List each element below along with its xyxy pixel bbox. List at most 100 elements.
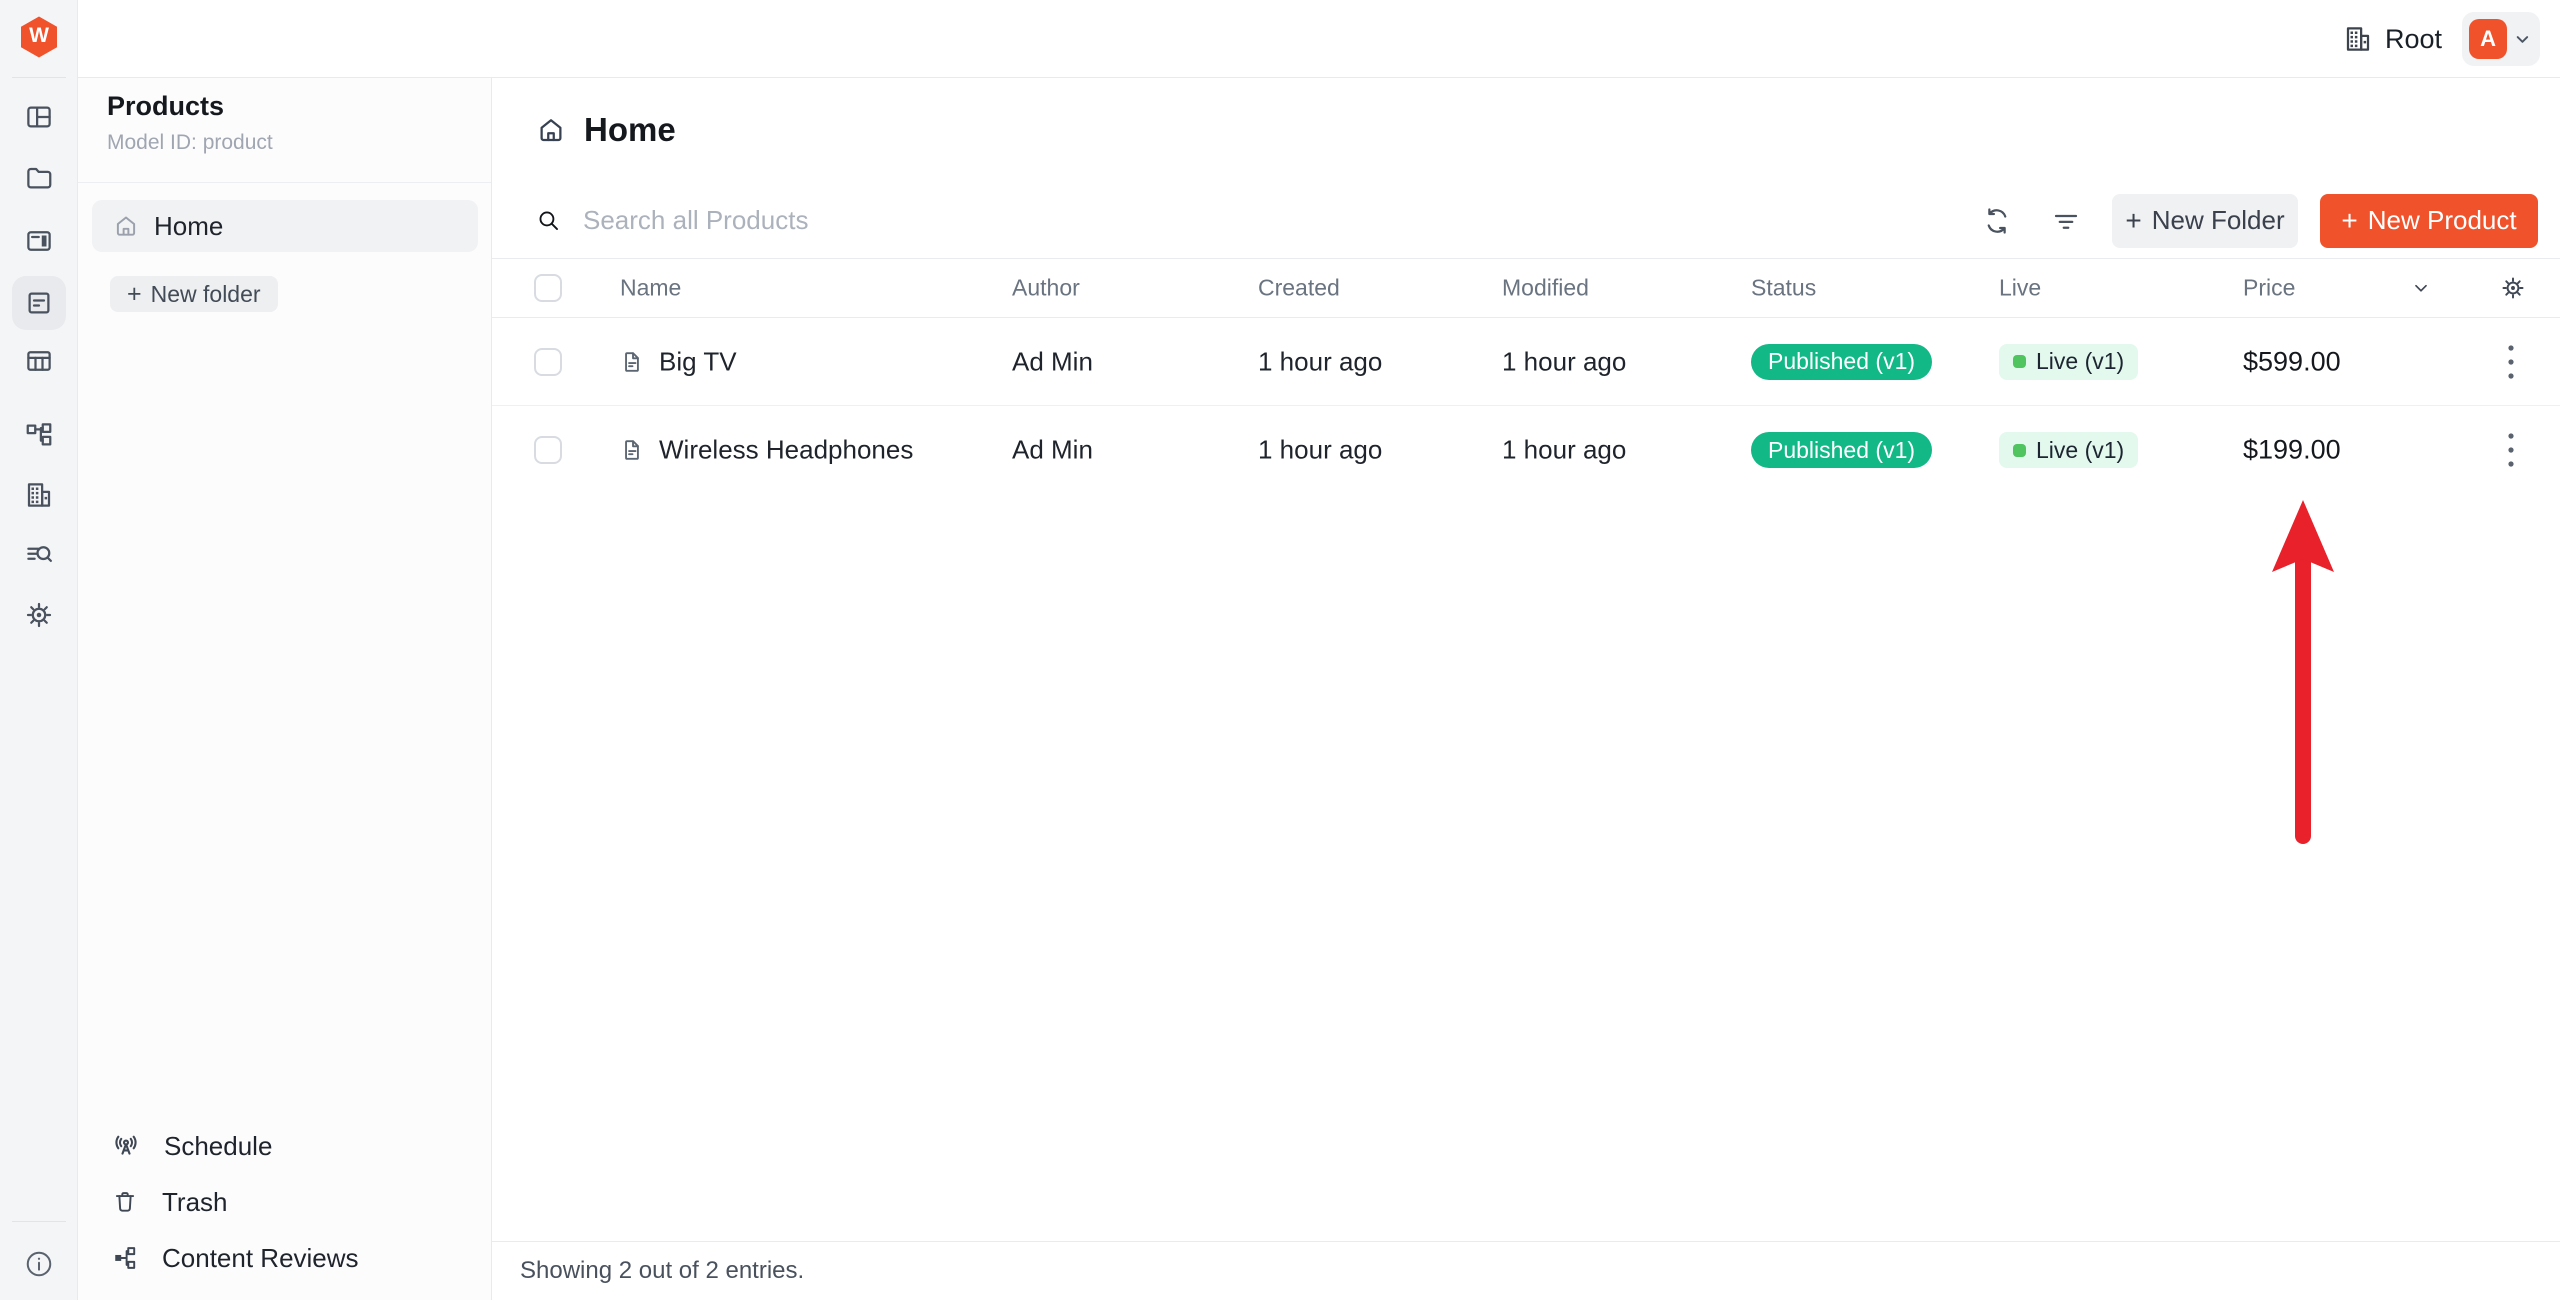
toolbar: + New Folder + New Product xyxy=(492,182,2560,259)
gear-icon xyxy=(24,600,54,630)
rail-item-audit-logs[interactable] xyxy=(12,528,66,582)
entry-created: 1 hour ago xyxy=(1258,346,1382,377)
layout-icon xyxy=(24,102,54,132)
column-header-live[interactable]: Live xyxy=(1999,275,2041,302)
sidebar-home-label: Home xyxy=(154,211,223,242)
row-menu-button[interactable] xyxy=(2498,339,2524,385)
folder-icon xyxy=(24,163,54,193)
tenant-selector[interactable]: Root xyxy=(2343,0,2442,78)
model-id: Model ID: product xyxy=(107,131,491,155)
webiny-logo[interactable]: W xyxy=(20,16,58,58)
main-content: Home + New Folder xyxy=(492,78,2560,1300)
entry-name: Big TV xyxy=(659,346,737,377)
sidebar-item-schedule[interactable]: Schedule xyxy=(78,1118,491,1174)
row-menu-button[interactable] xyxy=(2498,427,2524,473)
entry-created: 1 hour ago xyxy=(1258,435,1382,466)
rail-item-headless-cms[interactable] xyxy=(12,276,66,330)
rail-item-page-builder[interactable] xyxy=(12,214,66,268)
chevron-down-icon xyxy=(2511,27,2534,51)
rail-item-settings[interactable] xyxy=(12,588,66,642)
sidebar-header: Products Model ID: product xyxy=(78,78,491,183)
avatar: A xyxy=(2469,19,2507,59)
sidebar-trash-label: Trash xyxy=(162,1187,228,1218)
column-header-modified[interactable]: Modified xyxy=(1502,275,1589,302)
entry-price: $599.00 xyxy=(2243,346,2341,377)
toolbar-actions: + New Folder + New Product xyxy=(1982,182,2538,259)
kebab-icon xyxy=(2507,430,2515,470)
refresh-button[interactable] xyxy=(1982,206,2012,236)
live-dot-icon xyxy=(2013,444,2026,457)
rail-divider-bottom xyxy=(12,1221,66,1222)
kebab-icon xyxy=(2507,342,2515,382)
user-menu[interactable]: A xyxy=(2462,12,2540,66)
page-heading: Home xyxy=(536,78,676,182)
sidebar-item-trash[interactable]: Trash xyxy=(78,1174,491,1230)
row-checkbox[interactable] xyxy=(534,348,562,376)
entry-modified: 1 hour ago xyxy=(1502,346,1626,377)
live-badge: Live (v1) xyxy=(1999,432,2138,468)
rail-item-structures[interactable] xyxy=(12,334,66,388)
rail-item-workflows[interactable] xyxy=(12,408,66,462)
info-button[interactable] xyxy=(24,1249,54,1279)
new-folder-button[interactable]: + New Folder xyxy=(2112,194,2298,248)
logo-letter: W xyxy=(20,16,58,58)
file-icon xyxy=(620,438,645,463)
entry-modified: 1 hour ago xyxy=(1502,435,1626,466)
workflow-icon xyxy=(112,1245,138,1271)
entry-author: Ad Min xyxy=(1012,346,1093,377)
entry-name: Wireless Headphones xyxy=(659,435,913,466)
tenant-label: Root xyxy=(2385,24,2442,55)
rail-item-dashboard[interactable] xyxy=(12,90,66,144)
table-settings-button[interactable] xyxy=(2500,275,2526,301)
column-header-created[interactable]: Created xyxy=(1258,275,1340,302)
model-title: Products xyxy=(107,91,491,122)
select-all-checkbox[interactable] xyxy=(534,274,562,302)
sidebar-schedule-label: Schedule xyxy=(164,1131,272,1162)
sidebar-new-folder-button[interactable]: + New folder xyxy=(110,276,278,312)
column-header-author[interactable]: Author xyxy=(1012,275,1080,302)
window-sidebar-icon xyxy=(24,226,54,256)
table-row[interactable]: Wireless Headphones Ad Min 1 hour ago 1 … xyxy=(492,406,2560,494)
table-header: Name Author Created Modified Status Live… xyxy=(492,259,2560,318)
home-icon xyxy=(536,115,566,145)
column-header-price[interactable]: Price xyxy=(2243,275,2295,302)
hierarchy-icon xyxy=(24,420,54,450)
sidebar-item-content-reviews[interactable]: Content Reviews xyxy=(78,1230,491,1286)
gear-icon xyxy=(2500,275,2526,301)
live-dot-icon xyxy=(2013,355,2026,368)
column-header-name[interactable]: Name xyxy=(620,275,681,302)
trash-icon xyxy=(112,1189,138,1215)
search-bar xyxy=(536,182,1296,259)
plus-icon: + xyxy=(2341,207,2357,235)
status-badge: Published (v1) xyxy=(1751,432,1932,468)
sidebar-item-home[interactable]: Home xyxy=(92,200,478,252)
plus-icon: + xyxy=(127,282,142,307)
status-badge: Published (v1) xyxy=(1751,344,1932,380)
chevron-down-icon xyxy=(2410,277,2432,299)
page-title: Home xyxy=(584,111,676,149)
rail-item-file-manager[interactable] xyxy=(12,151,66,205)
filter-icon xyxy=(2051,206,2081,236)
info-icon xyxy=(24,1249,54,1279)
row-checkbox[interactable] xyxy=(534,436,562,464)
home-icon xyxy=(113,213,139,239)
top-bar: Root A xyxy=(78,0,2560,78)
cms-entries-icon xyxy=(24,288,54,318)
entries-count: Showing 2 out of 2 entries. xyxy=(520,1257,804,1285)
new-product-button[interactable]: + New Product xyxy=(2320,194,2538,248)
rail-item-tenants[interactable] xyxy=(12,468,66,522)
new-product-label: New Product xyxy=(2368,205,2517,236)
filter-button[interactable] xyxy=(2051,206,2081,236)
table-row[interactable]: Big TV Ad Min 1 hour ago 1 hour ago Publ… xyxy=(492,318,2560,406)
column-header-status[interactable]: Status xyxy=(1751,275,1816,302)
live-label: Live (v1) xyxy=(2036,348,2124,375)
search-icon xyxy=(536,208,561,233)
table-icon xyxy=(24,346,54,376)
broadcast-icon xyxy=(112,1132,140,1160)
search-input[interactable] xyxy=(583,205,1223,236)
price-sort-chevron[interactable] xyxy=(2410,277,2432,299)
search-list-icon xyxy=(24,540,54,570)
refresh-icon xyxy=(1982,206,2012,236)
rail-divider xyxy=(12,77,66,78)
sidebar: Products Model ID: product Home + New fo… xyxy=(78,78,492,1300)
